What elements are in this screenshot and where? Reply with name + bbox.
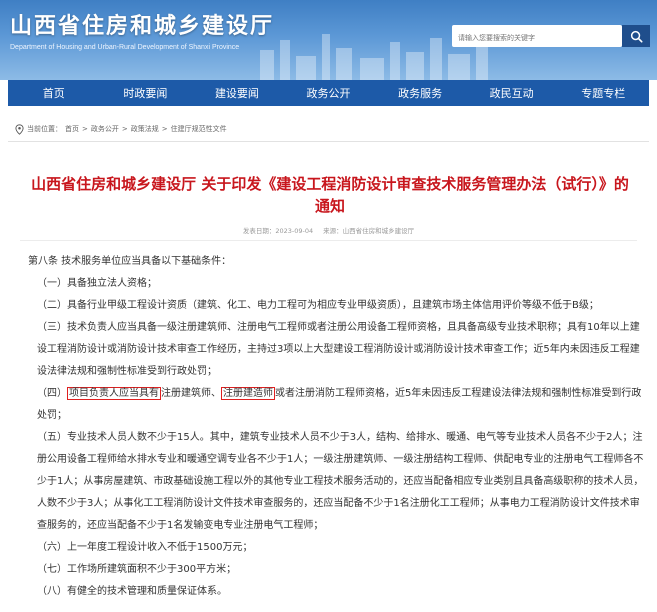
search-button[interactable] [622, 25, 650, 47]
clause-5: （五）专业技术人员人数不少于15人。其中，建筑专业技术人员不少于3人，结构、给排… [37, 432, 644, 531]
breadcrumb-separator: > [121, 125, 128, 133]
highlight-project-lead: 项目负责人应当具有 [67, 387, 161, 400]
article-source: 来源：山西省住房和城乡建设厅 [323, 227, 415, 235]
clause-7: （七）工作场所建筑面积不少于300平方米； [37, 564, 237, 575]
nav-topics[interactable]: 专题专栏 [557, 80, 649, 106]
highlight-registered-constructor: 注册建造师 [221, 387, 275, 400]
clause-1: （一）具备独立法人资格； [37, 278, 157, 289]
article-intro: 第八条 技术服务单位应当具备以下基础条件： [28, 256, 232, 267]
clause-3: （三）技术负责人应当具备一级注册建筑师、注册电气工程师或者注册公用设备工程师资格… [37, 322, 640, 377]
site-subtitle: Department of Housing and Urban-Rural De… [10, 44, 240, 51]
nav-current-affairs[interactable]: 时政要闻 [100, 80, 192, 106]
clause-4: （四） 项目负责人应当具有 注册建筑师、 注册建造师 或者注册消防工程师资格，近5年未因… [28, 383, 644, 427]
breadcrumb-label: 当前位置： [27, 125, 62, 133]
article-meta: 发表日期：2023-09-04 来源：山西省住房和城乡建设厅 [0, 225, 657, 235]
clause-4-number: （四） [37, 388, 67, 399]
article-title: 山西省住房和城乡建设厅 关于印发《建设工程消防设计审查技术服务管理办法（试行）》… [31, 175, 629, 215]
clause-6: （六）上一年度工程设计收入不低于1500万元； [37, 542, 253, 553]
nav-gov-services[interactable]: 政务服务 [374, 80, 466, 106]
meta-divider [20, 240, 637, 241]
breadcrumb-public-affairs[interactable]: 政务公开 [91, 124, 119, 134]
breadcrumb-divider [8, 141, 649, 142]
breadcrumb-policies[interactable]: 政策法规 [131, 124, 159, 134]
main-nav: 首页 时政要闻 建设要闻 政务公开 政务服务 政民互动 专题专栏 [8, 80, 649, 106]
nav-home[interactable]: 首页 [8, 80, 100, 106]
location-pin-icon [15, 123, 24, 135]
nav-public-affairs[interactable]: 政务公开 [283, 80, 375, 106]
breadcrumb: 当前位置： 首页 > 政务公开 > 政策法规 > 住建厅规范性文件 [15, 120, 227, 138]
clause-8: （八）有健全的技术管理和质量保证体系。 [37, 586, 227, 597]
breadcrumb-normative-docs[interactable]: 住建厅规范性文件 [171, 124, 227, 134]
breadcrumb-home[interactable]: 首页 [65, 124, 79, 134]
article-body: 第八条 技术服务单位应当具备以下基础条件： （一）具备独立法人资格； （二）具备… [28, 251, 644, 603]
breadcrumb-separator: > [82, 125, 88, 133]
breadcrumb-separator: > [161, 125, 168, 133]
search-input[interactable] [452, 27, 624, 49]
search-icon [630, 30, 643, 43]
nav-interaction[interactable]: 政民互动 [466, 80, 558, 106]
publish-date: 发表日期：2023-09-04 [242, 227, 314, 235]
clause-4-text: 注册建筑师、 [161, 388, 221, 399]
clause-2: （二）具备行业甲级工程设计资质（建筑、化工、电力工程可为相应专业甲级资质），且建… [37, 300, 599, 311]
search-box [452, 25, 624, 49]
nav-construction-news[interactable]: 建设要闻 [191, 80, 283, 106]
site-title[interactable]: 山西省住房和城乡建设厅 [10, 8, 274, 40]
